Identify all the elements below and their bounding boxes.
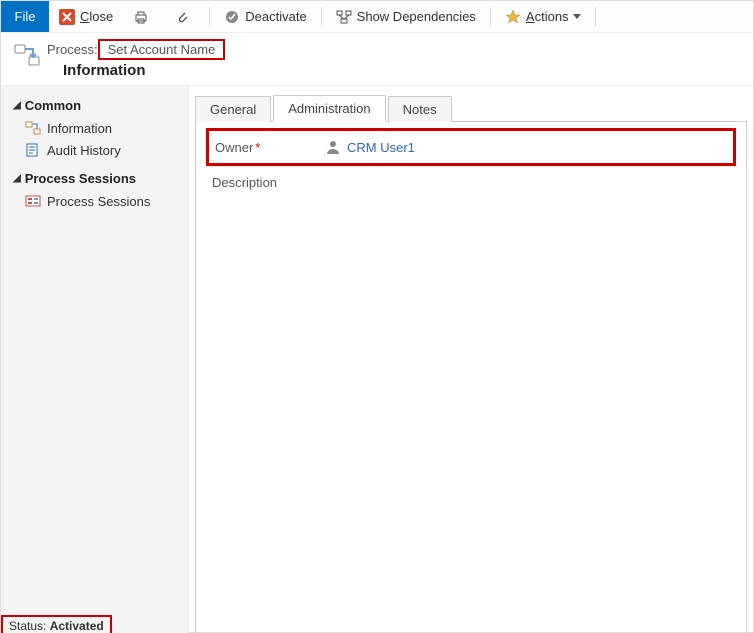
paperclip-icon xyxy=(174,9,190,25)
description-field-label: Description xyxy=(212,175,312,190)
caret-icon: ◢ xyxy=(13,173,21,184)
sessions-icon xyxy=(25,193,41,209)
description-field-row: Description xyxy=(206,166,736,198)
toolbar: File Close xyxy=(1,1,753,33)
star-icon xyxy=(505,9,521,25)
toolbar-separator xyxy=(209,7,210,27)
process-record-icon xyxy=(13,41,41,69)
process-icon xyxy=(25,120,41,136)
show-dependencies-label: Show Dependencies xyxy=(357,9,476,24)
actions-label: Actions xyxy=(526,9,569,24)
form-body: Owner* CRM User1 Description xyxy=(195,122,747,633)
nav-item-information[interactable]: Information xyxy=(1,117,188,139)
owner-field-label: Owner* xyxy=(215,140,315,155)
status-label: Status: xyxy=(9,619,46,633)
status-value: Activated xyxy=(50,619,104,633)
tab-general[interactable]: General xyxy=(195,96,271,122)
nav-item-audit-history[interactable]: Audit History xyxy=(1,139,188,161)
nav-group-common[interactable]: ◢ Common xyxy=(1,96,188,117)
process-name: Set Account Name xyxy=(98,39,226,60)
status-bar: Status: Activated xyxy=(1,615,112,633)
print-icon xyxy=(133,9,149,25)
file-menu-button[interactable]: File xyxy=(1,1,49,32)
close-icon xyxy=(59,9,75,25)
left-nav: ◢ Common Information Audit History ◢ Pro… xyxy=(1,86,189,633)
record-header: Process: Set Account Name Information xyxy=(1,33,753,86)
deactivate-label: Deactivate xyxy=(245,9,306,24)
chevron-down-icon xyxy=(573,14,581,19)
process-label: Process: xyxy=(47,42,98,57)
nav-item-process-sessions[interactable]: Process Sessions xyxy=(1,190,188,212)
deactivate-icon xyxy=(224,9,240,25)
close-label: Close xyxy=(80,9,113,24)
nav-group-process-sessions[interactable]: ◢ Process Sessions xyxy=(1,169,188,190)
deactivate-button[interactable]: Deactivate xyxy=(214,1,316,32)
owner-field-row: Owner* CRM User1 xyxy=(206,128,736,166)
print-button[interactable] xyxy=(123,1,164,32)
toolbar-separator xyxy=(490,7,491,27)
main-panel: General Administration Notes Owner* CRM … xyxy=(189,86,753,633)
nav-group-label: Common xyxy=(25,98,81,113)
dependencies-icon xyxy=(336,9,352,25)
attach-button[interactable] xyxy=(164,1,205,32)
nav-group-label: Process Sessions xyxy=(25,171,136,186)
toolbar-separator xyxy=(595,7,596,27)
owner-value-text: CRM User1 xyxy=(347,140,415,155)
actions-menu-button[interactable]: Actions xyxy=(495,1,591,32)
audit-icon xyxy=(25,142,41,158)
tab-administration[interactable]: Administration xyxy=(273,95,385,122)
tab-notes[interactable]: Notes xyxy=(388,96,452,122)
tab-strip: General Administration Notes xyxy=(195,94,747,122)
form-title: Information xyxy=(63,62,225,79)
show-dependencies-button[interactable]: Show Dependencies xyxy=(326,1,486,32)
caret-icon: ◢ xyxy=(13,100,21,111)
user-icon xyxy=(325,139,341,155)
close-button[interactable]: Close xyxy=(49,1,123,32)
owner-lookup[interactable]: CRM User1 xyxy=(325,139,415,155)
toolbar-separator xyxy=(321,7,322,27)
nav-item-label: Audit History xyxy=(47,143,121,158)
nav-item-label: Information xyxy=(47,121,112,136)
nav-item-label: Process Sessions xyxy=(47,194,150,209)
